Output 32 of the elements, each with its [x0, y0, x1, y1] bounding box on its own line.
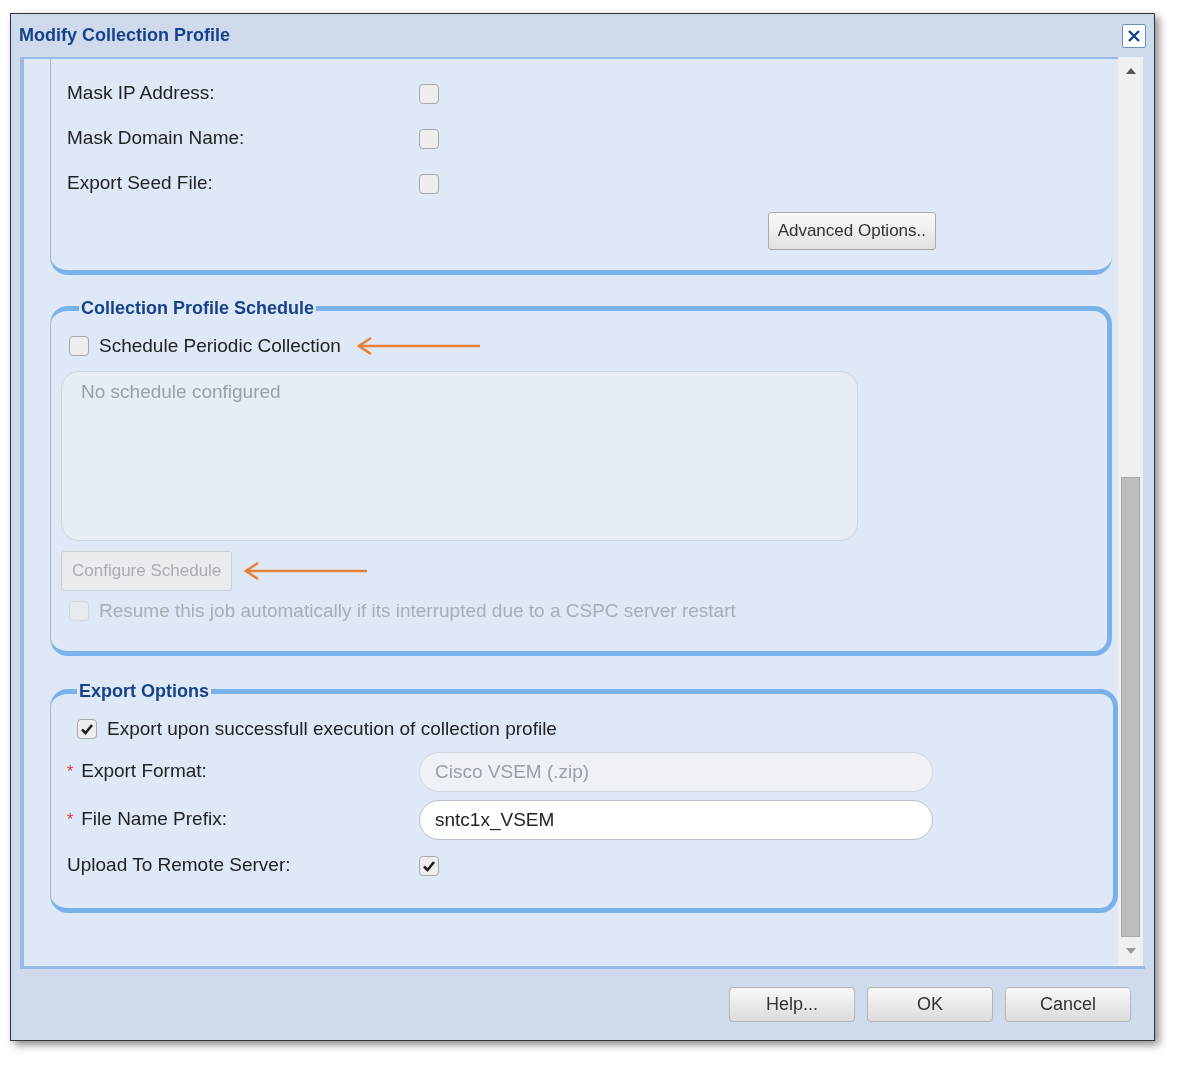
window-title: Modify Collection Profile [19, 24, 230, 47]
checkbox[interactable] [419, 128, 439, 149]
dialog-button[interactable]: OK [867, 987, 993, 1022]
close-icon [1127, 28, 1141, 43]
dialog-button[interactable]: Cancel [1005, 987, 1131, 1022]
scroll-down-icon [1124, 947, 1137, 955]
checkbox-label: Schedule Periodic Collection [99, 334, 341, 358]
dialog-button[interactable]: Help... [729, 987, 855, 1022]
scroll-up-icon [1124, 67, 1137, 75]
checkbox[interactable] [419, 173, 439, 194]
section-title: Export Options [78, 680, 210, 703]
field-label: Upload To Remote Server: [67, 853, 292, 878]
scrollbar[interactable] [1118, 57, 1143, 966]
required-mark: * [67, 809, 74, 830]
advanced-options-button[interactable]: Advanced Options.. [767, 212, 936, 250]
field-label: File Name Prefix: [81, 807, 227, 832]
checkbox[interactable] [419, 855, 439, 876]
section-title: Collection Profile Schedule [80, 297, 316, 320]
field-label: Mask IP Address: [67, 81, 216, 106]
checkbox[interactable] [419, 83, 439, 104]
checkbox-label: Export upon successfull execution of collection profile [107, 717, 557, 741]
input-field[interactable]: sntc1x_VSEM [419, 799, 933, 840]
checkbox-label: Resume this job automatically if its interrupted due to a CSPC server restart [99, 598, 736, 623]
field-label: Mask Domain Name: [67, 126, 246, 151]
field-label: Export Format: [81, 759, 207, 784]
checkbox[interactable] [69, 336, 89, 357]
field-label: Export Seed File: [67, 171, 214, 196]
scroll-thumb[interactable] [1121, 477, 1140, 937]
close-button[interactable] [1122, 23, 1146, 48]
checkbox[interactable] [77, 719, 97, 740]
checkmark-icon [80, 722, 94, 737]
required-mark: * [67, 761, 74, 782]
